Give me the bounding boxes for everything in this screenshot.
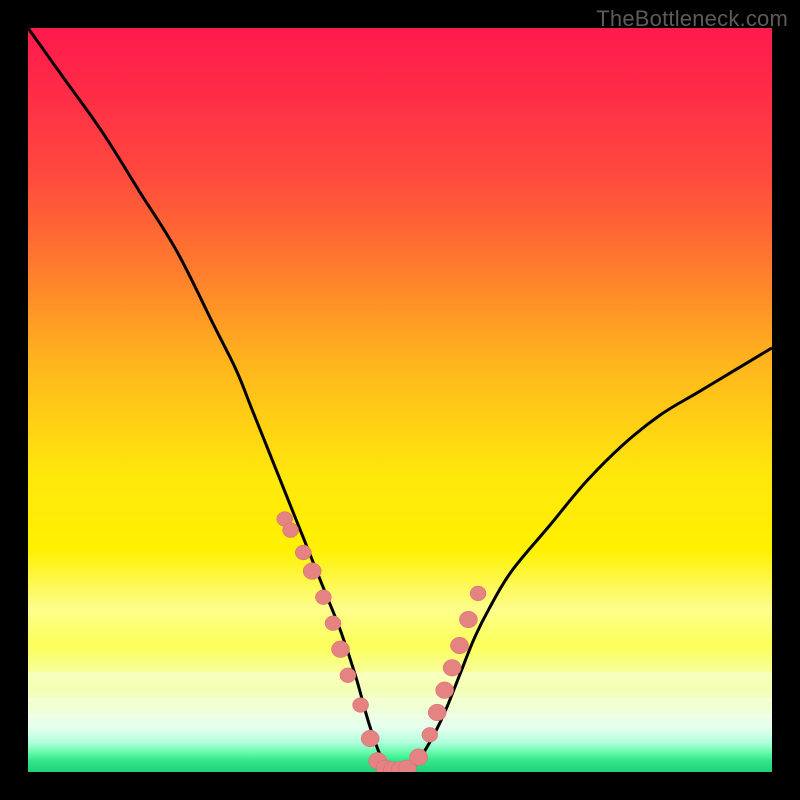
watermark-text: TheBottleneck.com bbox=[596, 6, 788, 32]
marker-dot bbox=[428, 704, 446, 721]
marker-dot bbox=[295, 545, 311, 560]
chart-frame: TheBottleneck.com bbox=[0, 0, 800, 800]
marker-dot bbox=[410, 749, 428, 766]
marker-cluster bbox=[277, 512, 486, 772]
marker-dot bbox=[283, 523, 299, 538]
marker-dot bbox=[443, 660, 461, 677]
marker-dot bbox=[332, 641, 350, 658]
marker-dot bbox=[436, 682, 454, 699]
marker-dot bbox=[422, 727, 438, 742]
marker-dot bbox=[340, 668, 356, 683]
marker-dot bbox=[361, 730, 379, 747]
marker-dot bbox=[459, 611, 477, 628]
curve-layer bbox=[28, 28, 772, 772]
bottleneck-curve bbox=[28, 28, 772, 772]
marker-dot bbox=[470, 586, 486, 601]
marker-dot bbox=[315, 590, 331, 605]
marker-dot bbox=[353, 698, 369, 713]
marker-dot bbox=[325, 616, 341, 631]
marker-dot bbox=[451, 637, 469, 654]
marker-dot bbox=[303, 563, 321, 580]
plot-area bbox=[28, 28, 772, 772]
